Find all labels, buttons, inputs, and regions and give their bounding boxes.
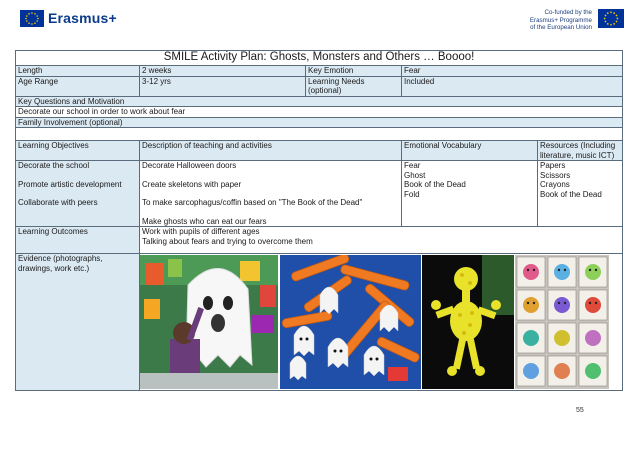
list-item: Talking about fears and trying to overco… xyxy=(142,236,313,246)
list-item: Crayons xyxy=(540,180,570,189)
spacer-row xyxy=(14,127,624,141)
key-emotion-label: Key Emotion xyxy=(305,65,402,77)
evidence-photos xyxy=(140,255,622,390)
objectives-cell: Decorate the school Promote artistic dev… xyxy=(15,160,140,227)
photo-ghosts-logs xyxy=(280,255,421,389)
length-value: 2 weeks xyxy=(139,65,306,77)
evidence-label: Evidence (photographs, drawings, work et… xyxy=(15,253,140,391)
page-header: Erasmus+ Co-funded by the Erasmus+ Progr… xyxy=(0,0,638,40)
vocabulary-cell: Fear Ghost Book of the Dead Fold xyxy=(401,160,538,227)
key-questions-value: Decorate our school in order to work abo… xyxy=(14,106,624,118)
photo-ghost-board xyxy=(140,255,278,389)
erasmus-logo-text: Erasmus+ xyxy=(48,10,117,26)
age-range-value: 3-12 yrs xyxy=(139,75,306,97)
list-item: Scissors xyxy=(540,170,571,180)
activity-plan-table: SMILE Activity Plan: Ghosts, Monsters an… xyxy=(14,50,624,391)
list-item: Decorate the school xyxy=(18,161,90,171)
list-item: Decorate Halloween doors xyxy=(142,161,237,171)
list-item: Fold xyxy=(404,189,420,199)
outcomes-label: Learning Outcomes xyxy=(15,226,140,254)
col-emotional-vocabulary: Emotional Vocabulary xyxy=(401,140,538,161)
list-item: Collaborate with peers xyxy=(18,198,98,207)
list-item: Book of the Dead xyxy=(404,180,466,189)
key-emotion-value: Fear xyxy=(400,65,624,77)
photo-yellow-skeleton xyxy=(422,255,514,389)
list-item: Work with pupils of different ages xyxy=(142,227,260,237)
photo-monster-drawings xyxy=(515,255,609,389)
learning-needs-value: Included xyxy=(400,75,624,97)
col-resources: Resources (Including literature, music I… xyxy=(536,140,624,161)
eu-flag-icon xyxy=(598,9,624,28)
resources-cell: Papers Scissors Crayons Book of the Dead xyxy=(536,160,624,227)
age-range-label: Age Range xyxy=(15,75,140,97)
learning-needs-label: Learning Needs (optional) xyxy=(305,75,402,97)
page-number: 55 xyxy=(576,407,584,414)
plan-title: SMILE Activity Plan: Ghosts, Monsters an… xyxy=(14,50,624,66)
col-learning-objectives: Learning Objectives xyxy=(15,140,140,161)
length-label: Length xyxy=(15,65,140,77)
outcomes-cell: Work with pupils of different ages Talki… xyxy=(138,226,624,254)
key-questions-label: Key Questions and Motivation xyxy=(14,95,624,107)
list-item: Book of the Dead xyxy=(540,189,602,199)
evidence-photos-cell xyxy=(138,253,624,391)
list-item: Promote artistic development xyxy=(18,179,122,189)
eu-flag-icon xyxy=(20,10,44,27)
col-description: Description of teaching and activities xyxy=(139,140,402,161)
cofund-caption: Co-funded by the Erasmus+ Programme of t… xyxy=(529,9,592,31)
list-item: Papers xyxy=(540,161,566,171)
description-cell: Decorate Halloween doors Create skeleton… xyxy=(139,160,402,227)
family-involvement-label: Family Involvement (optional) xyxy=(14,116,624,128)
list-item: Create skeletons with paper xyxy=(142,179,242,189)
list-item: Make ghosts who can eat our fears xyxy=(142,216,267,226)
list-item: Ghost xyxy=(404,170,426,180)
list-item: To make sarcophagus/coffin based on "The… xyxy=(142,198,363,207)
list-item: Fear xyxy=(404,161,421,171)
